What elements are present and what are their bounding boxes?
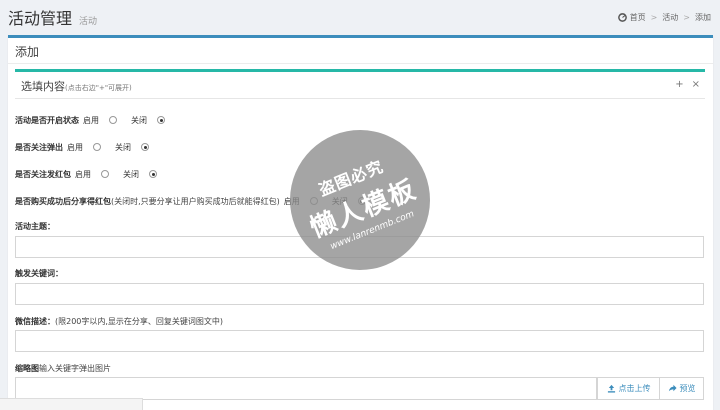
radio-enable[interactable] xyxy=(109,116,117,124)
wechat-desc-label: 微信描述：(限200字以内,显示在分享、回复关键词图文中) xyxy=(15,316,223,327)
panel-divider xyxy=(8,63,713,64)
option-label: 启用 xyxy=(75,169,91,179)
activity-status-disable[interactable]: 关闭 xyxy=(131,115,175,126)
share-icon xyxy=(668,384,677,392)
optional-content-panel: 选填内容(点击右边"+"可展开) + × xyxy=(15,69,705,99)
option-label: 关闭 xyxy=(123,169,139,179)
follow-popup-label: 是否关注弹出 xyxy=(15,142,63,152)
preview-button-label: 预览 xyxy=(679,384,696,393)
thumbnail-input[interactable] xyxy=(15,377,597,400)
option-label: 关闭 xyxy=(115,142,131,152)
radio-disable[interactable] xyxy=(141,143,149,151)
thumbnail-note: 输入关键字弹出图片 xyxy=(39,364,111,373)
follow-red-packet-row: 是否关注发红包 启用 关闭 xyxy=(15,168,167,180)
upload-button[interactable]: 点击上传 xyxy=(597,377,660,400)
follow-popup-enable[interactable]: 启用 xyxy=(67,142,111,153)
follow-popup-row: 是否关注弹出 启用 关闭 xyxy=(15,141,159,153)
option-label: 启用 xyxy=(67,142,83,152)
page-title-wrap: 活动管理 活动 xyxy=(8,5,97,29)
close-icon[interactable]: × xyxy=(692,79,700,90)
wechat-desc-input[interactable] xyxy=(15,330,704,352)
activity-status-label: 活动是否开启状态 xyxy=(15,115,79,125)
breadcrumb-activity[interactable]: 活动 xyxy=(662,12,678,23)
panel-title: 添加 xyxy=(15,45,40,59)
wechat-desc-label-text: 微信描述： xyxy=(15,317,55,326)
preview-button[interactable]: 预览 xyxy=(659,377,704,400)
thumbnail-label-text: 缩略图 xyxy=(15,364,39,373)
radio-enable[interactable] xyxy=(93,143,101,151)
upload-icon xyxy=(607,384,615,393)
optional-content-title: 选填内容(点击右边"+"可展开) xyxy=(21,78,132,94)
follow-red-packet-disable[interactable]: 关闭 xyxy=(123,169,167,180)
dashboard-icon xyxy=(617,12,627,22)
breadcrumb-separator: > xyxy=(683,12,690,22)
radio-enable[interactable] xyxy=(101,170,109,178)
thumbnail-label: 缩略图输入关键字弹出图片 xyxy=(15,363,111,374)
panel-tools: + × xyxy=(675,79,700,90)
page-header: 活动管理 活动 首页 > 活动 > 添加 xyxy=(0,0,720,34)
breadcrumb-separator: > xyxy=(650,12,658,22)
radio-disable[interactable] xyxy=(149,170,157,178)
activity-status-row: 活动是否开启状态 启用 关闭 xyxy=(15,114,175,126)
radio-disable[interactable] xyxy=(157,116,165,124)
page-subtitle: 活动 xyxy=(79,17,98,27)
option-label: 关闭 xyxy=(131,115,147,125)
activity-theme-label: 活动主题： xyxy=(15,222,55,231)
wechat-desc-note: (限200字以内,显示在分享、回复关键词图文中) xyxy=(55,317,224,326)
bottom-scrollbar[interactable] xyxy=(0,398,143,410)
expand-icon[interactable]: + xyxy=(675,79,683,90)
optional-content-hint: (点击右边"+"可展开) xyxy=(65,84,132,92)
optional-content-title-text: 选填内容 xyxy=(21,80,65,93)
page-title: 活动管理 xyxy=(8,9,73,28)
breadcrumb-home[interactable]: 首页 xyxy=(630,12,646,23)
activity-status-enable[interactable]: 启用 xyxy=(83,115,127,126)
breadcrumb-current: 添加 xyxy=(695,12,711,22)
share-red-packet-label: 是否购买成功后分享得红包(关闭时,只要分享让用户购买成功后就能得红包) xyxy=(15,196,280,207)
share-red-packet-label-text: 是否购买成功后分享得红包 xyxy=(15,196,111,206)
breadcrumb: 首页 > 活动 > 添加 xyxy=(617,12,711,23)
share-red-packet-note: (关闭时,只要分享让用户购买成功后就能得红包) xyxy=(111,196,280,206)
follow-popup-disable[interactable]: 关闭 xyxy=(115,142,159,153)
option-label: 启用 xyxy=(83,115,99,125)
follow-red-packet-label: 是否关注发红包 xyxy=(15,169,71,179)
follow-red-packet-enable[interactable]: 启用 xyxy=(75,169,119,180)
upload-button-label: 点击上传 xyxy=(618,384,651,393)
trigger-keyword-label: 触发关键词： xyxy=(15,269,63,278)
trigger-keyword-input[interactable] xyxy=(15,283,704,305)
